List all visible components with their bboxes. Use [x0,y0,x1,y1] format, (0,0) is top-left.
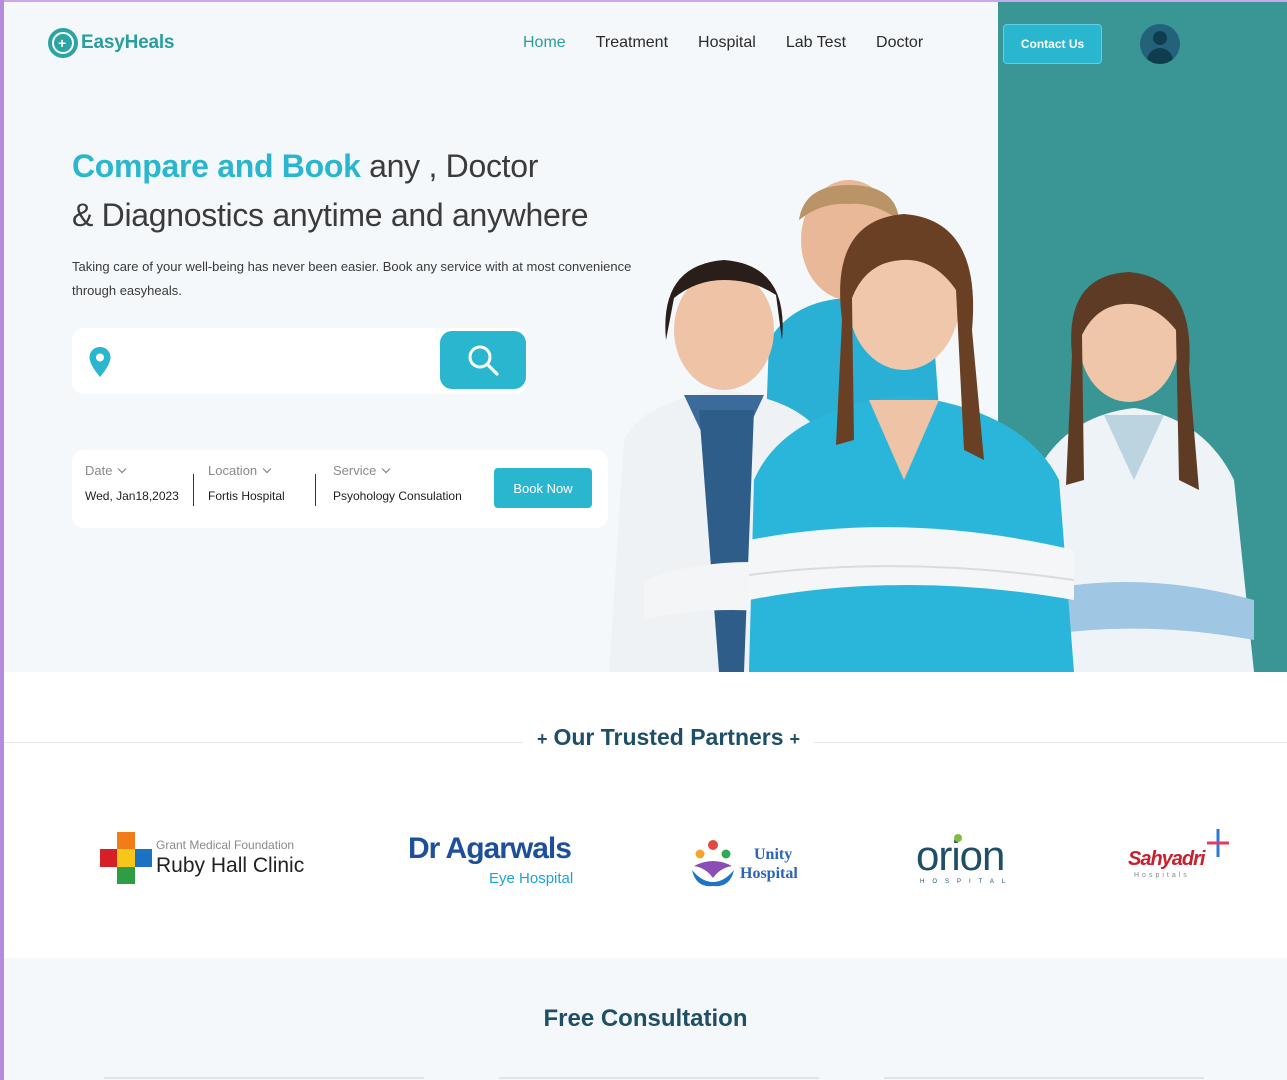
search-icon [468,345,499,376]
window-left-edge [0,0,4,1080]
main-nav: Home Treatment Hospital Lab Test Doctor [523,33,953,53]
booking-bar: Date Wed, Jan18,2023 Location Fortis Hos… [72,450,608,528]
partner-dr-agarwals[interactable]: Dr Agarwals Eye Hospital [408,832,588,890]
plus-icon: + [789,729,801,749]
location-field[interactable]: Location Fortis Hospital [208,463,285,503]
headline-rest: any , Doctor [360,148,539,184]
card-top-edge [884,1077,1204,1079]
contact-us-button[interactable]: Contact Us [1003,24,1102,64]
window-top-edge [0,0,1287,2]
service-label: Service [333,463,377,478]
free-consultation-section: Free Consultation [4,958,1287,1080]
location-value: Fortis Hospital [208,489,285,503]
ruby-hall-name: Ruby Hall Clinic [156,854,305,877]
ruby-hall-subtitle: Grant Medical Foundation [156,838,295,852]
partner-ruby-hall-clinic[interactable]: Grant Medical Foundation Ruby Hall Clini… [100,832,310,886]
service-value: Psyohology Consulation [333,489,462,503]
partner-orion-hospital[interactable]: orion HOSPITAL [916,832,1026,888]
card-top-edge [499,1077,819,1079]
divider [315,474,316,506]
date-value: Wed, Jan18,2023 [85,489,179,503]
search-button[interactable] [440,331,526,389]
unity-line2: Hospital [740,865,798,882]
partner-sahyadri-hospitals[interactable]: Sahyadri Hospitals [1128,828,1238,884]
orion-subtitle: HOSPITAL [920,879,1014,885]
hero-subcopy: Taking care of your well-being has never… [72,259,632,298]
sahyadri-subtitle: Hospitals [1134,872,1190,879]
orion-dot-icon [954,834,962,842]
agarwals-subtitle: Eye Hospital [489,870,574,887]
chevron-down-icon [118,464,127,474]
card-top-edge [104,1077,424,1079]
location-search-input[interactable] [132,346,432,376]
headline-line2: & Diagnostics anytime and anywhere [72,197,589,233]
divider [193,474,194,506]
avatar-body [1147,48,1173,64]
plus-icon: + [536,729,548,749]
doctor-center-figure [748,214,1075,672]
unity-line1: Unity [754,846,793,863]
partners-heading: + Our Trusted Partners + [0,724,1287,751]
date-label: Date [85,463,113,478]
consultation-title: Free Consultation [543,1005,748,1032]
location-label: Location [208,463,258,478]
location-search-bar [72,328,527,394]
service-field[interactable]: Service Psyohology Consulation [333,463,462,503]
unity-people-icon [692,840,734,887]
hero-headline: Compare and Book any , Doctor & Diagnost… [72,142,589,240]
ruby-hall-cross-icon [100,832,152,884]
brand-name: EasyHeals [81,32,175,53]
headline-accent: Compare and Book [72,148,361,184]
chevron-down-icon [382,464,391,474]
nav-home[interactable]: Home [523,33,566,53]
avatar-head [1153,31,1167,45]
nav-doctor[interactable]: Doctor [876,33,923,53]
location-pin-icon [89,347,111,377]
logo-cross-icon: + [48,28,78,58]
nav-hospital[interactable]: Hospital [698,33,756,53]
chevron-down-icon [262,464,272,474]
nav-lab-test[interactable]: Lab Test [786,33,846,53]
hero-section: + EasyHeals Home Treatment Hospital Lab … [4,0,1287,672]
brand-logo[interactable]: + EasyHeals [48,28,174,58]
nav-treatment[interactable]: Treatment [596,33,668,53]
doctors-group-image [609,180,1254,672]
user-avatar-icon[interactable] [1140,24,1180,64]
sahyadri-cross-icon [1207,829,1229,857]
partner-unity-hospital[interactable]: Unity Hospital [690,838,820,890]
sahyadri-name: Sahyadri [1128,848,1205,870]
date-field[interactable]: Date Wed, Jan18,2023 [85,463,179,503]
agarwals-name: Dr Agarwals [408,832,572,865]
partners-title-text: Our Trusted Partners [553,724,784,750]
book-now-button[interactable]: Book Now [494,468,592,508]
